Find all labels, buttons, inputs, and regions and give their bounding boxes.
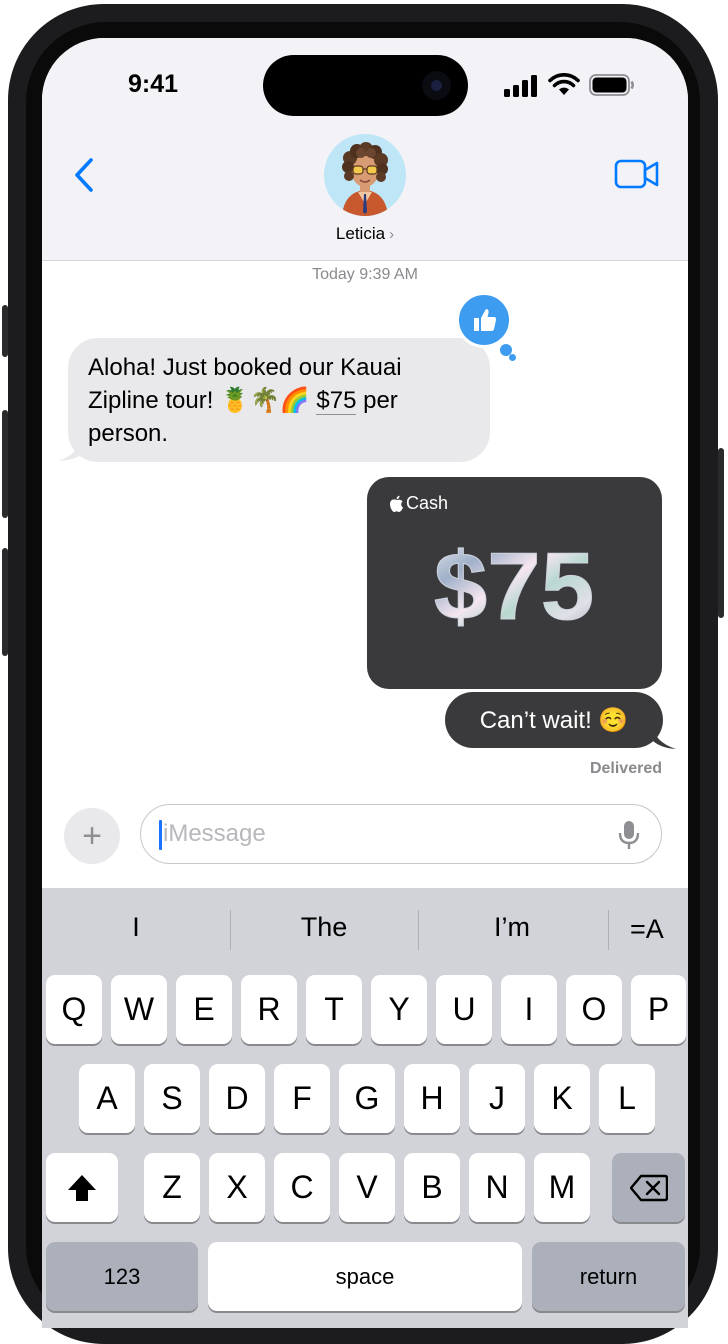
key-p[interactable]: P [631, 975, 686, 1044]
cash-label: Cash [406, 493, 449, 513]
key-z[interactable]: Z [144, 1153, 200, 1222]
text-cursor [159, 820, 162, 850]
keyboard: I The I’m =A Q W E R T Y U I O P A S D F… [42, 888, 688, 1328]
apple-logo-icon [390, 495, 403, 512]
status-bar: 9:41 [42, 38, 688, 130]
apps-plus-button[interactable]: + [64, 808, 120, 864]
key-y[interactable]: Y [371, 975, 427, 1044]
key-x[interactable]: X [209, 1153, 265, 1222]
key-v[interactable]: V [339, 1153, 395, 1222]
apple-cash-payment-card[interactable]: Cash $75 [367, 477, 662, 689]
key-r[interactable]: R [241, 975, 297, 1044]
message-timestamp: Today 9:39 AM [312, 266, 418, 283]
suggestion-1[interactable]: I [42, 912, 230, 943]
key-a[interactable]: A [79, 1064, 135, 1133]
wifi-icon [548, 73, 580, 95]
message-line: Zipline tour! 🍍🌴🌈 $75 per [88, 384, 470, 417]
key-s[interactable]: S [144, 1064, 200, 1133]
return-key[interactable]: return [532, 1242, 685, 1311]
memoji-avatar-icon [342, 142, 388, 216]
key-t[interactable]: T [306, 975, 362, 1044]
key-q[interactable]: Q [46, 975, 102, 1044]
key-u[interactable]: U [436, 975, 492, 1044]
shift-arrow-icon [68, 1174, 96, 1201]
key-g[interactable]: G [339, 1064, 395, 1133]
thumbs-up-icon [474, 309, 497, 331]
message-text: Zipline tour! 🍍🌴🌈 [88, 387, 317, 414]
key-n[interactable]: N [469, 1153, 525, 1222]
message-text: per [356, 387, 398, 414]
key-k[interactable]: K [534, 1064, 590, 1133]
action-button [2, 305, 8, 357]
key-e[interactable]: E [176, 975, 232, 1044]
key-f[interactable]: F [274, 1064, 330, 1133]
outgoing-message-text: Can’t wait! ☺️ [479, 706, 629, 734]
key-d[interactable]: D [209, 1064, 265, 1133]
key-j[interactable]: J [469, 1064, 525, 1133]
incoming-message-bubble[interactable]: Aloha! Just booked our Kauai Zipline tou… [68, 338, 490, 462]
tapback-reaction[interactable] [456, 292, 512, 348]
message-line: Aloha! Just booked our Kauai [88, 354, 402, 381]
delete-key[interactable] [612, 1153, 685, 1222]
outgoing-message-bubble[interactable]: Can’t wait! ☺️ [445, 692, 663, 748]
battery-icon [589, 74, 634, 96]
video-camera-icon [614, 159, 659, 189]
backspace-icon [629, 1174, 668, 1201]
cash-amount-display: $75 [433, 533, 594, 638]
cash-amount: $75 [434, 533, 594, 637]
numbers-key[interactable]: 123 [46, 1242, 198, 1311]
plus-icon: + [82, 817, 102, 855]
facetime-video-button[interactable] [612, 152, 662, 196]
back-button[interactable] [64, 150, 104, 200]
microphone-icon[interactable] [617, 819, 641, 851]
power-button [718, 448, 724, 618]
delivery-status: Delivered [589, 760, 662, 777]
contact-name[interactable]: Leticia › [42, 224, 688, 244]
key-h[interactable]: H [404, 1064, 460, 1133]
key-m[interactable]: M [534, 1153, 590, 1222]
apple-cash-logo: Cash [389, 493, 448, 514]
key-l[interactable]: L [599, 1064, 655, 1133]
chevron-left-icon [75, 158, 93, 192]
camera-lens [431, 80, 442, 91]
conversation-header: Leticia › [42, 130, 688, 261]
volume-up-button [2, 410, 8, 518]
key-o[interactable]: O [566, 975, 622, 1044]
messages-screen: 9:41 Leticia › Today 9:39 AM Aloha! Just… [42, 38, 688, 1328]
contact-avatar[interactable] [324, 134, 406, 216]
cellular-signal-icon [504, 75, 537, 97]
apple-cash-amount-link[interactable]: $75 [316, 387, 357, 415]
key-w[interactable]: W [111, 975, 167, 1044]
suggestion-3[interactable]: I’m [418, 912, 606, 943]
suggestion-divider [608, 910, 609, 950]
key-i[interactable]: I [501, 975, 557, 1044]
status-time: 9:41 [128, 70, 179, 98]
text-format-icon[interactable]: =A [630, 914, 664, 945]
imessage-input[interactable]: iMessage [140, 804, 662, 864]
suggestion-2[interactable]: The [230, 912, 418, 943]
space-key[interactable]: space [208, 1242, 522, 1311]
key-c[interactable]: C [274, 1153, 330, 1222]
message-line: person. [88, 420, 169, 447]
input-placeholder: iMessage [163, 820, 266, 847]
contact-name-label: Leticia [335, 224, 386, 243]
chevron-right-icon: › [389, 226, 395, 243]
volume-down-button [2, 548, 8, 656]
tapback-tail-dot-small [509, 354, 516, 361]
key-b[interactable]: B [404, 1153, 460, 1222]
shift-key[interactable] [46, 1153, 118, 1222]
